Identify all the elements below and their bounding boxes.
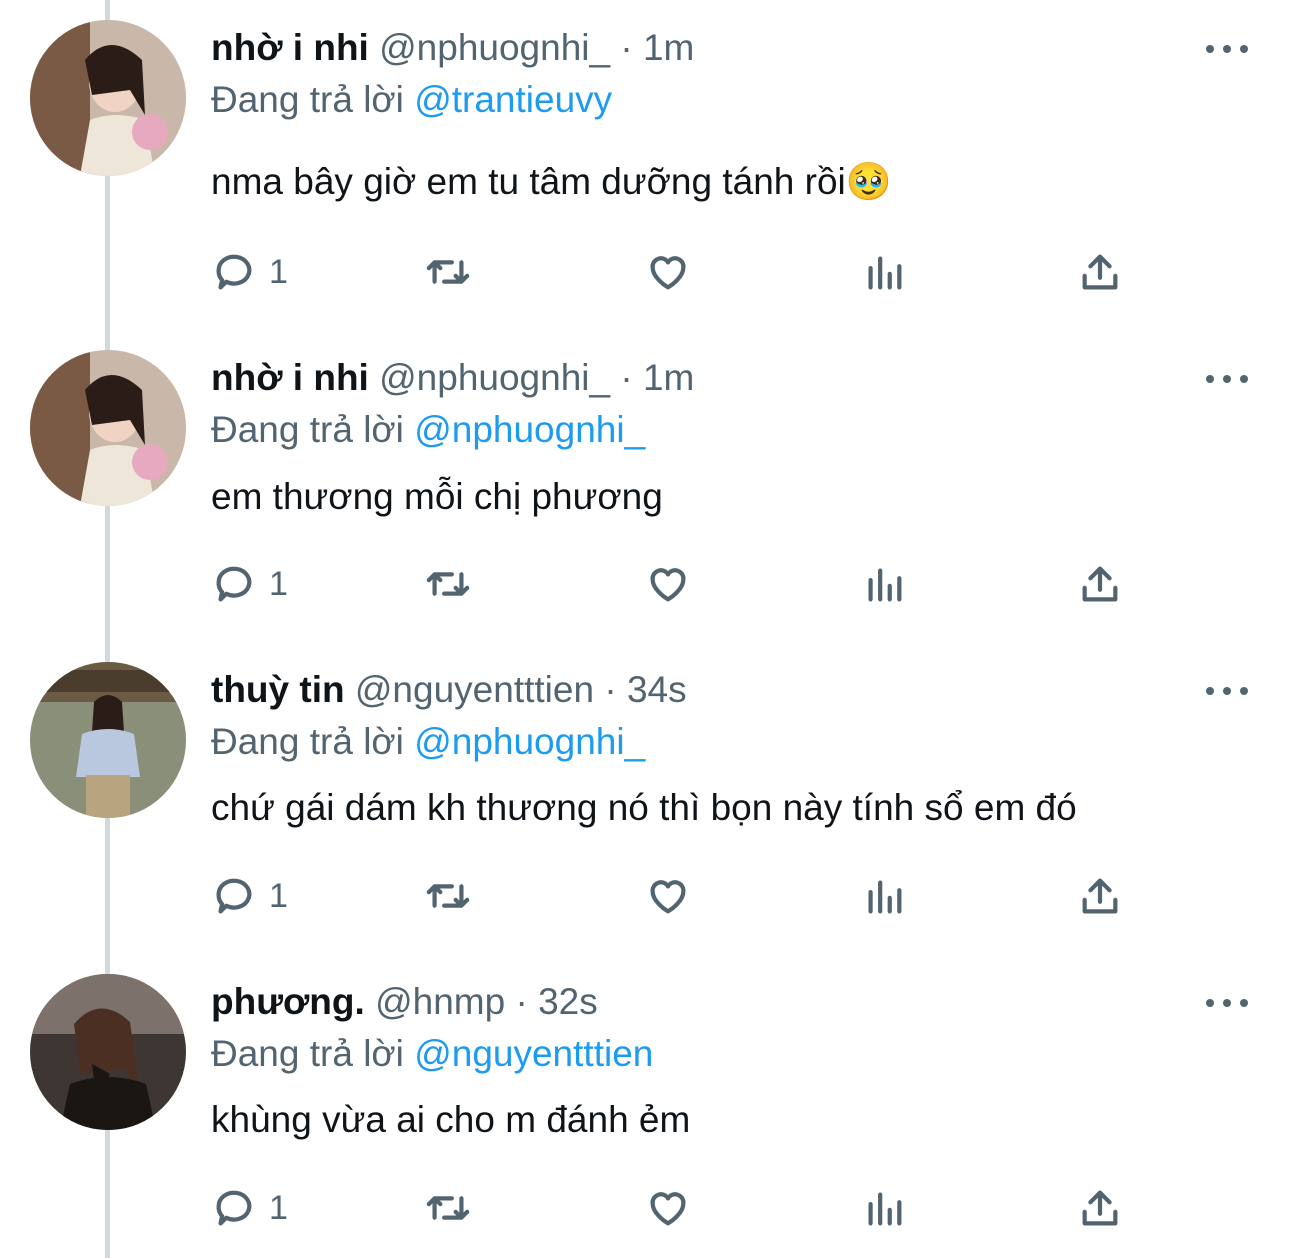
analytics-icon — [868, 880, 902, 914]
tweet-text: nma bây giờ em tu tâm dưỡng tánh rồi🥹 — [211, 161, 892, 202]
analytics-icon — [868, 568, 902, 602]
analytics-icon — [868, 1192, 902, 1226]
share-icon — [1082, 1190, 1118, 1226]
tweet-text: khùng vừa ai cho m đánh ẻm — [211, 1099, 691, 1140]
share-icon — [1082, 254, 1118, 290]
action-bar: 1 — [211, 247, 1211, 297]
more-icon[interactable] — [1206, 372, 1248, 386]
replying-to: Đang trả lời @nguyentttien — [211, 1032, 653, 1076]
avatar[interactable] — [30, 350, 186, 506]
timestamp[interactable]: 32s — [538, 981, 598, 1022]
tweet[interactable]: phương. @hnmp · 32s Đang trả lời @nguyen… — [0, 974, 1290, 1258]
separator: · — [620, 27, 633, 68]
reply-icon — [216, 878, 252, 914]
like-button[interactable] — [645, 871, 691, 921]
timestamp[interactable]: 34s — [627, 669, 687, 710]
replying-to-label: Đang trả lời — [211, 1033, 404, 1074]
retweet-icon — [426, 572, 470, 596]
timestamp[interactable]: 1m — [643, 357, 694, 398]
views-button[interactable] — [861, 247, 907, 297]
heart-icon — [650, 256, 686, 290]
share-button[interactable] — [1077, 559, 1123, 609]
separator: · — [620, 357, 633, 398]
reply-icon — [216, 1190, 252, 1226]
like-button[interactable] — [645, 559, 691, 609]
avatar[interactable] — [30, 974, 186, 1130]
display-name[interactable]: phương. — [211, 981, 365, 1022]
more-icon[interactable] — [1206, 42, 1248, 56]
separator: · — [515, 981, 528, 1022]
user-handle[interactable]: @nguyentttien — [355, 669, 594, 710]
mention-link[interactable]: @nphuognhi_ — [414, 721, 645, 762]
reply-button[interactable]: 1 — [211, 559, 288, 609]
tweet-header: nhờ i nhi @nphuognhi_ · 1m — [211, 356, 694, 400]
reply-icon — [216, 254, 252, 290]
share-button[interactable] — [1077, 1183, 1123, 1233]
action-bar: 1 — [211, 871, 1211, 921]
tweet-header: phương. @hnmp · 32s — [211, 980, 598, 1024]
separator: · — [604, 669, 617, 710]
heart-icon — [650, 880, 686, 914]
replying-to-label: Đang trả lời — [211, 409, 404, 450]
display-name[interactable]: nhờ i nhi — [211, 27, 369, 68]
display-name[interactable]: thuỳ tin — [211, 669, 345, 710]
share-icon — [1082, 566, 1118, 602]
replying-to: Đang trả lời @nphuognhi_ — [211, 408, 645, 452]
heart-icon — [650, 568, 686, 602]
reply-button[interactable]: 1 — [211, 871, 288, 921]
reply-button[interactable]: 1 — [211, 247, 288, 297]
share-button[interactable] — [1077, 247, 1123, 297]
like-button[interactable] — [645, 1183, 691, 1233]
timestamp[interactable]: 1m — [643, 27, 694, 68]
display-name[interactable]: nhờ i nhi — [211, 357, 369, 398]
action-bar: 1 — [211, 559, 1211, 609]
retweet-button[interactable] — [425, 871, 471, 921]
action-bar: 1 — [211, 1183, 1211, 1233]
views-button[interactable] — [861, 1183, 907, 1233]
replying-to-label: Đang trả lời — [211, 79, 404, 120]
retweet-button[interactable] — [425, 247, 471, 297]
more-icon[interactable] — [1206, 996, 1248, 1010]
tweet[interactable]: nhờ i nhi @nphuognhi_ · 1m Đang trả lời … — [0, 350, 1290, 630]
replying-to-label: Đang trả lời — [211, 721, 404, 762]
share-icon — [1082, 878, 1118, 914]
user-handle[interactable]: @nphuognhi_ — [379, 357, 610, 398]
tweet-text: chứ gái dám kh thương nó thì bọn này tín… — [211, 787, 1077, 828]
reply-count: 1 — [269, 252, 288, 291]
like-button[interactable] — [645, 247, 691, 297]
reply-count: 1 — [269, 876, 288, 915]
more-icon[interactable] — [1206, 684, 1248, 698]
views-button[interactable] — [861, 871, 907, 921]
views-button[interactable] — [861, 559, 907, 609]
reply-button[interactable]: 1 — [211, 1183, 288, 1233]
tweet[interactable]: nhờ i nhi @nphuognhi_ · 1m Đang trả lời … — [0, 20, 1290, 320]
retweet-button[interactable] — [425, 559, 471, 609]
retweet-button[interactable] — [425, 1183, 471, 1233]
tweet-text: em thương mỗi chị phương — [211, 476, 663, 517]
retweet-icon — [426, 1196, 470, 1220]
replying-to: Đang trả lời @trantieuvy — [211, 78, 612, 122]
mention-link[interactable]: @nphuognhi_ — [414, 409, 645, 450]
analytics-icon — [868, 256, 902, 290]
reply-count: 1 — [269, 564, 288, 603]
retweet-icon — [426, 884, 470, 908]
mention-link[interactable]: @nguyentttien — [414, 1033, 653, 1074]
mention-link[interactable]: @trantieuvy — [414, 79, 612, 120]
avatar[interactable] — [30, 20, 186, 176]
user-handle[interactable]: @hnmp — [375, 981, 505, 1022]
reply-count: 1 — [269, 1188, 288, 1227]
tweet-header: thuỳ tin @nguyentttien · 34s — [211, 668, 687, 712]
replying-to: Đang trả lời @nphuognhi_ — [211, 720, 645, 764]
user-handle[interactable]: @nphuognhi_ — [379, 27, 610, 68]
tweet[interactable]: thuỳ tin @nguyentttien · 34s Đang trả lờ… — [0, 662, 1290, 942]
tweet-header: nhờ i nhi @nphuognhi_ · 1m — [211, 26, 694, 70]
share-button[interactable] — [1077, 871, 1123, 921]
retweet-icon — [426, 260, 470, 284]
reply-icon — [216, 566, 252, 602]
avatar[interactable] — [30, 662, 186, 818]
heart-icon — [650, 1192, 686, 1226]
